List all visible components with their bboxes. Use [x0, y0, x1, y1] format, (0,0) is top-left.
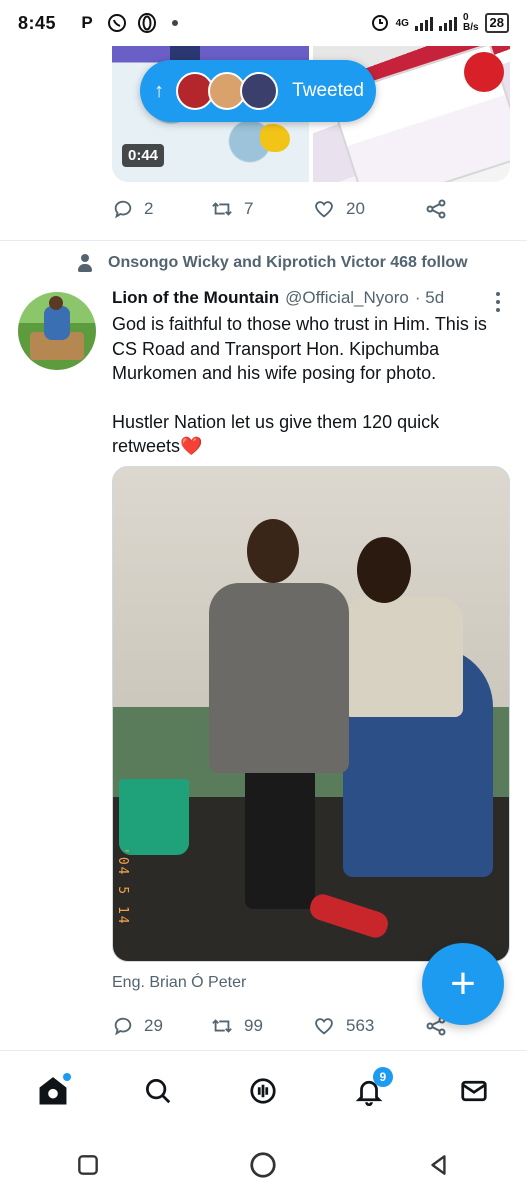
video-decoration	[260, 124, 290, 152]
like-count: 563	[346, 1016, 375, 1035]
person-icon	[76, 254, 94, 272]
heart-icon	[315, 201, 333, 218]
retweet-icon	[212, 202, 232, 216]
whatsapp-icon	[106, 12, 128, 34]
like-count: 20	[346, 199, 365, 218]
heart-icon	[315, 1018, 333, 1035]
data-rate-unit: B/s	[462, 22, 479, 33]
data-rate: 0 B/s	[463, 13, 479, 33]
tweet-divider	[0, 240, 527, 241]
avatar-head	[49, 296, 63, 310]
status-time: 8:45	[18, 12, 57, 33]
photo-date-stamp: '04 5 14	[115, 847, 130, 926]
reply-count: 29	[144, 1016, 163, 1035]
nav-home[interactable]	[23, 1061, 83, 1121]
reply-button[interactable]: 2	[112, 198, 210, 220]
social-context-text: Onsongo Wicky and Kiprotich Victor 468 f…	[108, 254, 468, 271]
alarm-icon	[370, 12, 390, 35]
retweet-count: 99	[244, 1016, 263, 1035]
retweet-button[interactable]: 7	[210, 198, 312, 220]
photo-man	[343, 537, 503, 897]
tweeted-label: Tweeted	[292, 80, 364, 101]
avatar-body	[44, 306, 70, 340]
nav-messages[interactable]	[444, 1061, 504, 1121]
mail-icon	[461, 1080, 487, 1101]
back-triangle-icon	[431, 1155, 446, 1175]
notification-dot	[172, 20, 179, 26]
tweet-photo[interactable]: '04 5 14	[112, 466, 510, 962]
reply-button[interactable]: 29	[112, 1015, 210, 1037]
square-icon	[77, 1155, 98, 1175]
p-icon: P	[81, 13, 93, 32]
reply-count: 2	[144, 199, 154, 218]
avatar[interactable]	[18, 292, 96, 370]
author-handle[interactable]: @Official_Nyoro	[285, 288, 409, 308]
tweet-text-paragraph-2: Hustler Nation let us give them 120 quic…	[112, 410, 510, 459]
recent-apps-button[interactable]	[63, 1140, 113, 1190]
compose-tweet-button[interactable]: +	[422, 943, 504, 1025]
signal-icon-2	[438, 15, 457, 31]
social-context[interactable]: Onsongo Wicky and Kiprotich Victor 468 f…	[76, 254, 468, 272]
photo-woman	[209, 519, 349, 909]
retweet-button[interactable]: 99	[210, 1015, 312, 1037]
plus-icon: +	[450, 959, 476, 1008]
circle-icon	[250, 1152, 277, 1178]
tweet-text-line: Hustler Nation let us give them 120 quic…	[112, 411, 440, 457]
home-unread-dot	[62, 1072, 71, 1081]
signal-icon	[414, 15, 433, 31]
nav-notifications[interactable]: 9	[339, 1061, 399, 1121]
status-bar: 8:45 P 4G 0 B/s 28	[0, 0, 527, 46]
tweet-text: God is faithful to those who trust in Hi…	[112, 312, 510, 483]
reply-icon	[114, 1017, 132, 1036]
top-tweet-actions: 2 7 20	[112, 197, 512, 221]
spaces-icon	[250, 1077, 277, 1104]
tweet-time[interactable]: · 5d	[415, 288, 444, 308]
tweeted-pill[interactable]: ↑ Tweeted	[140, 60, 376, 122]
arrow-up-icon: ↑	[154, 79, 165, 102]
like-button[interactable]: 20	[312, 198, 424, 220]
share-button[interactable]	[424, 197, 448, 221]
pill-avatar	[240, 72, 279, 110]
more-options-icon[interactable]	[490, 290, 506, 314]
opera-icon	[136, 12, 158, 34]
share-icon	[426, 199, 446, 219]
author-name[interactable]: Lion of the Mountain	[112, 288, 279, 308]
reply-icon	[114, 200, 132, 219]
home-button[interactable]	[238, 1140, 288, 1190]
back-button[interactable]	[414, 1140, 464, 1190]
video-duration: 0:44	[122, 144, 165, 167]
nav-search[interactable]	[128, 1061, 188, 1121]
heart-emoji: ❤️	[180, 436, 203, 456]
network-label: 4G	[395, 17, 409, 29]
retweet-icon	[212, 1019, 232, 1033]
notification-badge: 9	[372, 1066, 393, 1087]
bottom-nav: 9	[0, 1050, 527, 1130]
photo-bucket	[119, 779, 189, 855]
tweet-text-paragraph: God is faithful to those who trust in Hi…	[112, 314, 487, 383]
search-icon	[146, 1078, 171, 1103]
like-button[interactable]: 563	[312, 1015, 424, 1037]
tweet-header: Lion of the Mountain @Official_Nyoro · 5…	[112, 288, 444, 308]
pill-avatars	[176, 72, 279, 110]
battery-icon: 28	[484, 13, 509, 33]
poster-badge	[464, 52, 504, 92]
system-nav	[0, 1130, 527, 1200]
retweet-count: 7	[244, 199, 254, 218]
nav-spaces[interactable]	[233, 1061, 293, 1121]
photo-credit[interactable]: Eng. Brian Ó Peter	[112, 974, 246, 992]
